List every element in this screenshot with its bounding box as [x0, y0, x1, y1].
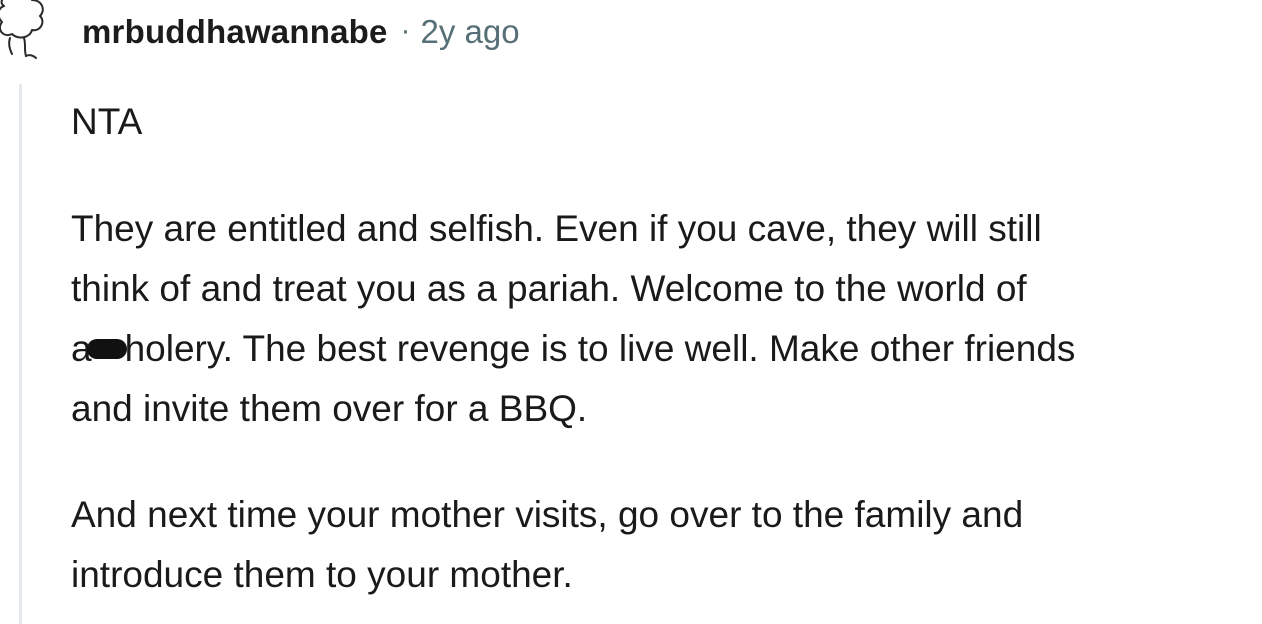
comment-line: think of and treat you as a pariah. Welc… [71, 268, 1027, 309]
comment-line: NTA [71, 101, 143, 142]
comment-paragraph: And next time your mother visits, go ove… [71, 485, 1262, 605]
timestamp[interactable]: 2y ago [421, 13, 520, 51]
comment-line: a holery. The best revenge is to live wel… [71, 319, 1262, 379]
comment-line: and invite them over for a BBQ. [71, 388, 588, 429]
comment-body: NTA They are entitled and selfish. Even … [71, 92, 1262, 605]
comment-header: mrbuddhawannabe · 2y ago [82, 10, 520, 54]
meta-separator: · [400, 14, 411, 47]
censored-word-end: holery. The best revenge is to live well… [124, 328, 1076, 369]
comment-line: They are entitled and selfish. Even if y… [71, 208, 1042, 249]
comment-paragraph: They are entitled and selfish. Even if y… [71, 199, 1262, 439]
censor-scribble-icon [86, 339, 127, 360]
comment-line: introduce them to your mother. [71, 554, 573, 595]
avatar-icon[interactable] [0, 0, 56, 66]
username-link[interactable]: mrbuddhawannabe [82, 13, 388, 51]
comment-paragraph: NTA [71, 92, 1262, 152]
comment-line: And next time your mother visits, go ove… [71, 494, 1024, 535]
thread-line[interactable] [19, 84, 22, 624]
